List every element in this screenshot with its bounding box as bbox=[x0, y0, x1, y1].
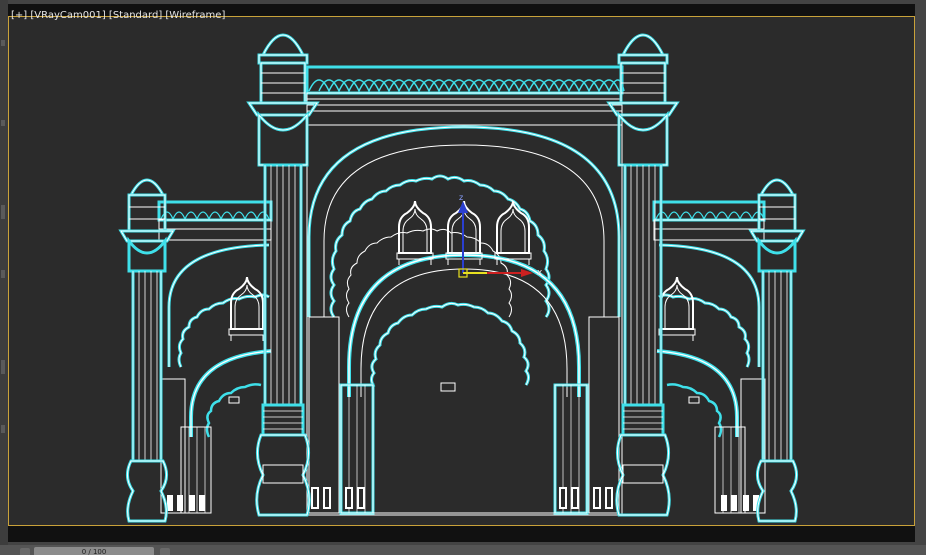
viewport-shading-standard[interactable]: [Standard] bbox=[109, 10, 162, 21]
viewport-camera-menu[interactable]: [VRayCam001] bbox=[30, 10, 105, 21]
left-small-tower bbox=[119, 178, 175, 523]
viewport-bottom-safe-frame bbox=[8, 526, 915, 542]
toolbar-tick[interactable] bbox=[1, 425, 5, 433]
toolbar-tick[interactable] bbox=[1, 205, 5, 219]
left-side-arch bbox=[160, 243, 272, 514]
right-lattice-band bbox=[652, 200, 766, 241]
viewport-label: [+] [VRayCam001] [Standard] [Wireframe] bbox=[11, 10, 225, 22]
wireframe-scene[interactable]: x z bbox=[9, 17, 915, 526]
time-slider-thumb[interactable]: 0 / 100 bbox=[34, 547, 154, 555]
viewport-shading-wireframe[interactable]: [Wireframe] bbox=[165, 10, 225, 21]
central-arch bbox=[306, 124, 623, 516]
toolbar-tick[interactable] bbox=[1, 270, 5, 278]
time-prev-button[interactable] bbox=[20, 548, 30, 555]
toolbar-tick[interactable] bbox=[1, 120, 5, 126]
left-lattice-band bbox=[157, 200, 273, 241]
right-side-arch bbox=[656, 243, 766, 514]
gizmo-x-label: x bbox=[537, 268, 543, 278]
upper-lattice-band bbox=[305, 65, 625, 126]
viewport-menu-plus[interactable]: [+] bbox=[11, 10, 27, 21]
gate-detail bbox=[440, 382, 456, 392]
toolbar-tick[interactable] bbox=[1, 360, 5, 374]
perspective-viewport[interactable]: x z bbox=[8, 16, 915, 526]
toolbar-tick[interactable] bbox=[1, 40, 5, 46]
left-toolbar-strip bbox=[0, 0, 8, 545]
time-next-button[interactable] bbox=[160, 548, 170, 555]
app-window: x z [+] [VRayCam001] [Standard] [Wirefra… bbox=[0, 0, 926, 545]
gizmo-z-label: z bbox=[459, 193, 463, 202]
